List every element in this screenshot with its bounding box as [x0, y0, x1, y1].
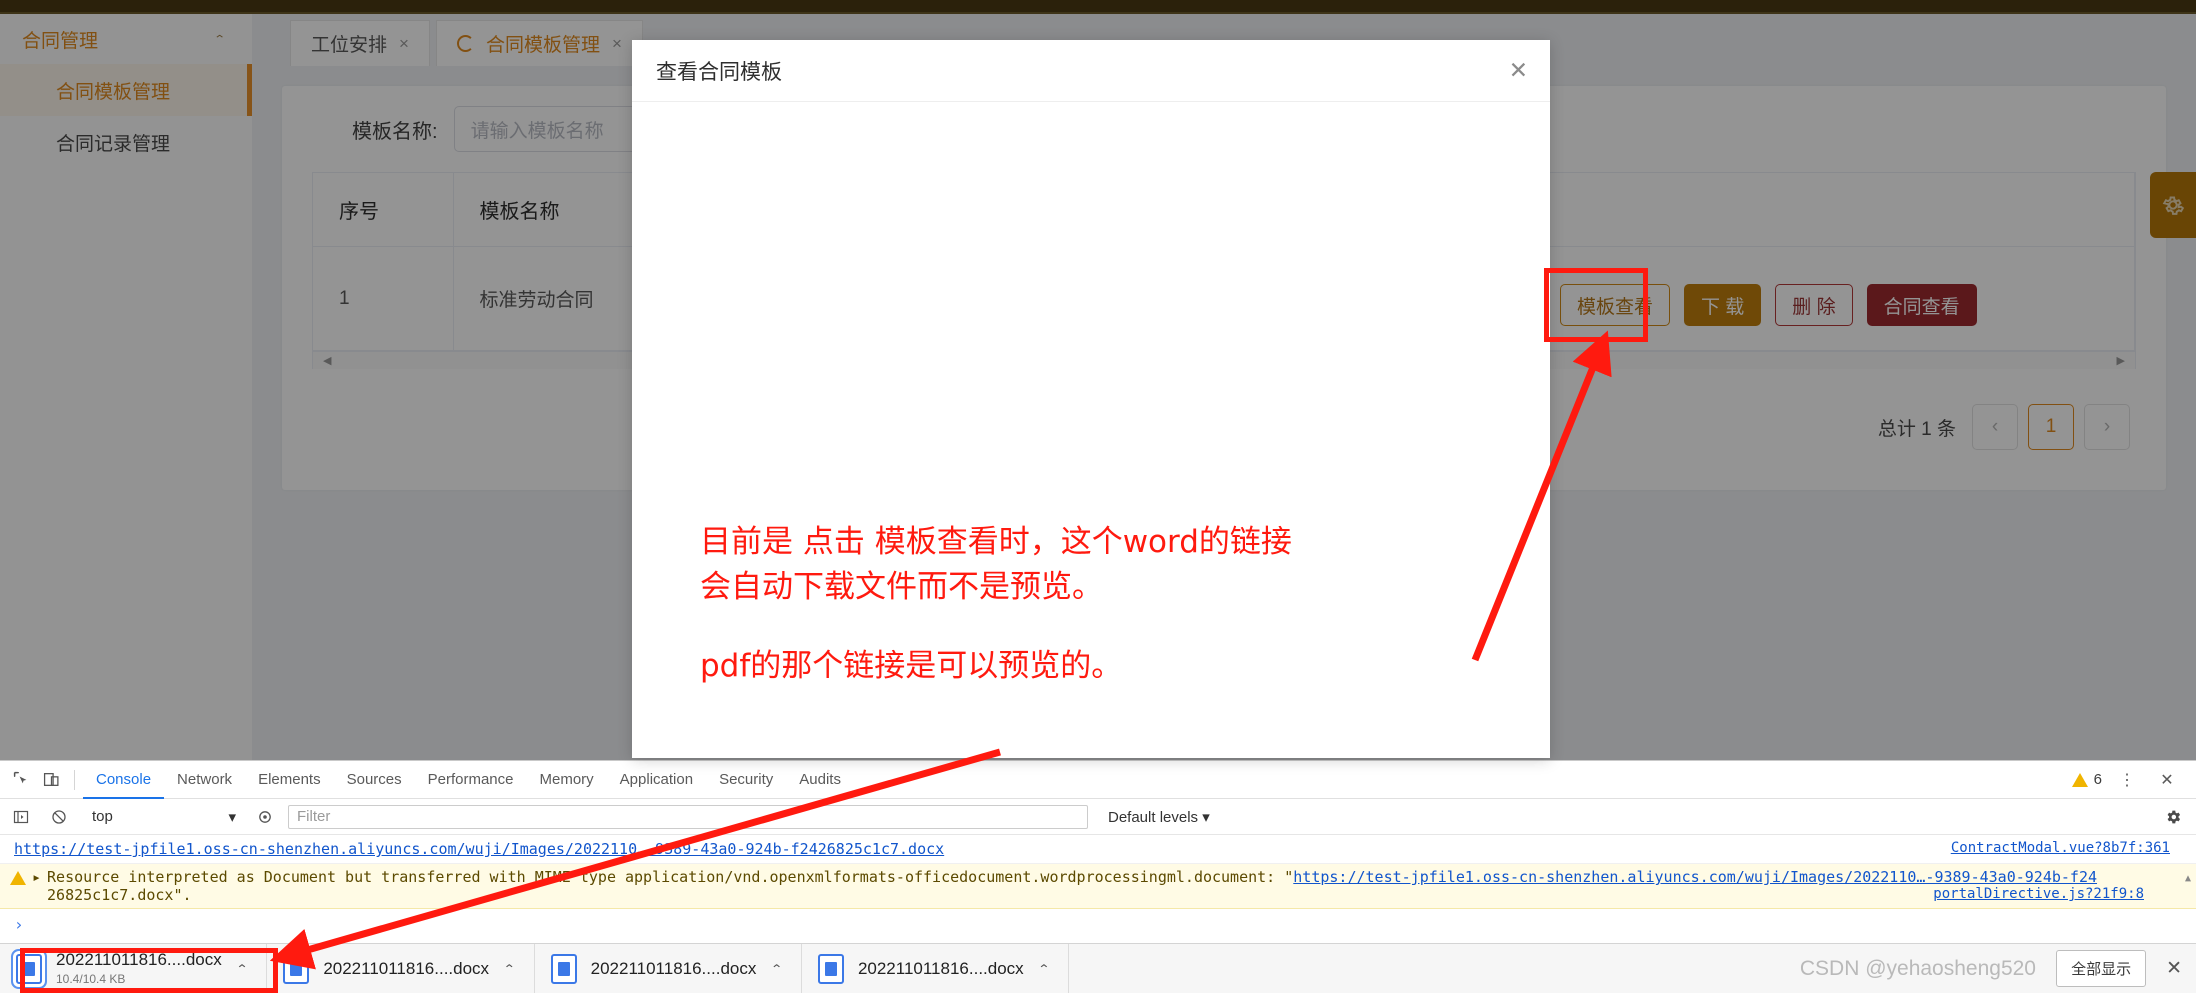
console-filter-bar: top ▾ Filter Default levels ▾	[0, 799, 2196, 835]
annotation-line-2: 会自动下载文件而不是预览。	[700, 568, 1103, 605]
device-toolbar-icon[interactable]	[36, 765, 66, 795]
console-filter-placeholder: Filter	[297, 808, 331, 825]
download-item-3[interactable]: 202211011816....docx ⌃	[535, 943, 802, 993]
console-vertical-scrollbar[interactable]: ▲	[2182, 873, 2194, 933]
chevron-up-icon[interactable]: ⌃	[503, 961, 516, 976]
inspect-element-icon[interactable]	[6, 765, 36, 795]
download-file-name: 202211011816....docx	[857, 958, 1024, 978]
console-log-entry-warning[interactable]: ▸ Resource interpreted as Document but t…	[0, 864, 2196, 909]
console-warning-link[interactable]: https://test-jpfile1.oss-cn-shenzhen.ali…	[1293, 868, 2097, 886]
chevron-up-icon[interactable]: ⌃	[770, 961, 783, 976]
kebab-menu-icon[interactable]: ⋮	[2112, 765, 2142, 795]
console-prompt[interactable]: ›	[0, 909, 2196, 939]
console-warning-text: Resource interpreted as Document but tra…	[47, 868, 2144, 904]
expand-arrow-icon[interactable]: ▸	[32, 868, 41, 886]
console-log-source[interactable]: portalDirective.js?21f9:8	[1933, 886, 2170, 902]
download-file-name: 202211011816....docx	[323, 958, 490, 978]
tab-sources[interactable]: Sources	[334, 761, 415, 799]
devtools-settings-button[interactable]	[2164, 808, 2196, 826]
tab-network[interactable]: Network	[164, 761, 245, 799]
download-item-4[interactable]: 202211011816....docx ⌃	[802, 943, 1070, 993]
devtools-close-icon[interactable]: ✕	[2152, 765, 2182, 795]
download-item-2[interactable]: 202211011816....docx ⌃	[267, 943, 535, 993]
download-file-name: 202211011816....docx	[56, 949, 222, 969]
sidebar-toggle-icon[interactable]	[6, 802, 36, 832]
modal-title: 查看合同模板	[656, 60, 782, 84]
console-prompt-caret: ›	[14, 914, 24, 934]
warning-count: 6	[2093, 771, 2102, 788]
devtools-tab-bar: Console Network Elements Sources Perform…	[0, 761, 2196, 799]
gear-icon	[2167, 810, 2181, 823]
show-all-downloads-button[interactable]: 全部显示	[2056, 950, 2147, 987]
download-bar-right: 全部显示 ✕	[2056, 950, 2196, 987]
console-warning-text-after: 26825c1c7.docx".	[47, 886, 192, 904]
annotation-text: 目前是 点击 模板查看时，这个word的链接 会自动下载文件而不是预览。 pdf…	[700, 520, 1292, 689]
docx-file-icon	[283, 953, 310, 984]
tab-console[interactable]: Console	[83, 761, 164, 799]
annotation-line-3: pdf的那个链接是可以预览的。	[700, 647, 1123, 684]
warning-triangle-icon	[10, 871, 26, 885]
close-icon[interactable]: ✕	[1509, 59, 1528, 82]
chevron-down-icon: ▾	[1202, 808, 1210, 826]
close-download-bar-icon[interactable]: ✕	[2166, 957, 2182, 980]
devtools-toolbar-right: 6 ⋮ ✕	[2071, 765, 2196, 795]
tab-elements[interactable]: Elements	[245, 761, 334, 799]
download-item-1[interactable]: 202211011816....docx 10.4/10.4 KB ⌃	[0, 943, 268, 993]
console-log-entry-link[interactable]: https://test-jpfile1.oss-cn-shenzhen.ali…	[0, 835, 2196, 864]
chevron-down-icon: ▾	[228, 808, 236, 826]
execution-context-value: top	[92, 808, 113, 825]
tab-audits[interactable]: Audits	[786, 761, 854, 799]
toolbar-divider	[74, 769, 75, 790]
tab-performance[interactable]: Performance	[415, 761, 527, 799]
warning-triangle-icon	[2071, 772, 2088, 787]
docx-file-icon	[817, 953, 844, 984]
log-levels-value: Default levels	[1108, 808, 1199, 826]
console-log-url[interactable]: https://test-jpfile1.oss-cn-shenzhen.ali…	[14, 840, 944, 858]
tab-application[interactable]: Application	[607, 761, 706, 799]
download-file-size: 10.4/10.4 KB	[56, 971, 126, 986]
log-levels-select[interactable]: Default levels ▾	[1108, 808, 1210, 826]
docx-file-icon	[550, 953, 577, 984]
clear-console-icon[interactable]	[44, 802, 74, 832]
tab-memory[interactable]: Memory	[527, 761, 607, 799]
modal-header: 查看合同模板 ✕	[632, 40, 1550, 102]
download-file-name: 202211011816....docx	[590, 958, 757, 978]
download-bar: 202211011816....docx 10.4/10.4 KB ⌃ 2022…	[0, 943, 2196, 993]
download-item-text: 202211011816....docx 10.4/10.4 KB	[56, 950, 222, 988]
docx-file-icon	[16, 953, 42, 984]
chevron-up-icon[interactable]: ⌃	[1038, 961, 1051, 976]
tab-security[interactable]: Security	[706, 761, 786, 799]
devtools-panel: Console Network Elements Sources Perform…	[0, 760, 2196, 943]
console-log-source[interactable]: ContractModal.vue?8b7f:361	[1951, 840, 2196, 856]
chevron-up-icon[interactable]: ⌃	[236, 961, 249, 976]
annotation-line-1: 目前是 点击 模板查看时，这个word的链接	[700, 524, 1292, 560]
live-expression-icon[interactable]	[250, 802, 280, 832]
execution-context-select[interactable]: top ▾	[82, 805, 242, 829]
console-warning-text-before: Resource interpreted as Document but tra…	[47, 868, 1294, 886]
console-filter-input[interactable]: Filter	[288, 804, 1088, 829]
warning-count-chip[interactable]: 6	[2071, 771, 2102, 788]
